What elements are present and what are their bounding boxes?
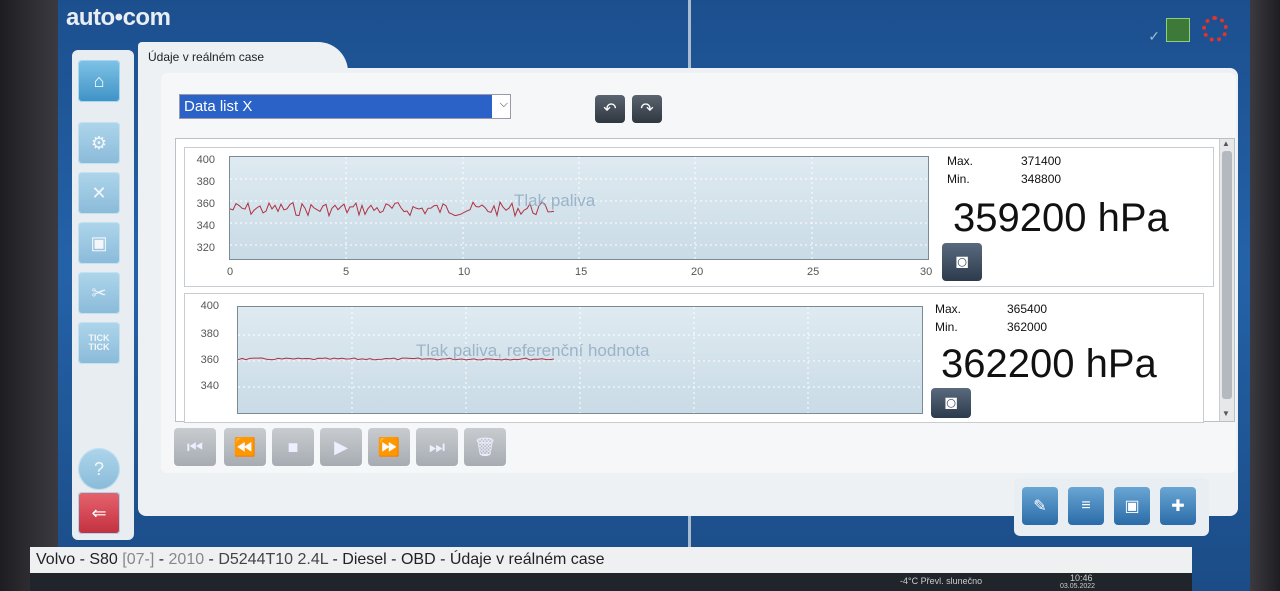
camera-icon[interactable]: ◙ bbox=[931, 388, 971, 418]
y-tick: 340 bbox=[196, 220, 215, 232]
engine-icon[interactable]: ⚙ bbox=[78, 122, 120, 164]
back-arrow-button[interactable]: ⇐ bbox=[78, 492, 120, 534]
redo-button[interactable]: ↷ bbox=[632, 95, 662, 123]
chevron-down-icon: ⌵ bbox=[499, 98, 508, 110]
y-tick: 380 bbox=[200, 328, 219, 340]
status-engine: D5244T10 2.4L bbox=[218, 551, 329, 568]
camera-icon[interactable]: ◙ bbox=[942, 243, 982, 281]
tick-tick-button[interactable]: TICK TICK bbox=[78, 322, 120, 364]
status-year: 2010 bbox=[168, 551, 205, 568]
realtime-data-panel: Data list X ⌵ ↶ ↷ 400 380 360 340 320 Tl… bbox=[138, 68, 1238, 516]
graph-title: Tlak paliva, referenční hodnota bbox=[416, 341, 650, 360]
first-button[interactable]: ⏮ bbox=[174, 428, 216, 466]
y-tick: 380 bbox=[196, 176, 215, 188]
scroll-up-icon[interactable]: ▲ bbox=[1222, 139, 1230, 148]
pressure-trace bbox=[229, 200, 555, 218]
status-sep: - bbox=[204, 551, 219, 568]
forward-button[interactable]: ⏩ bbox=[368, 428, 410, 466]
undo-button[interactable]: ↶ bbox=[595, 95, 625, 123]
x-tick: 10 bbox=[458, 266, 471, 278]
x-tick: 30 bbox=[920, 266, 933, 278]
engine-off-icon[interactable]: ✕ bbox=[78, 172, 120, 214]
vertical-scrollbar[interactable]: ▲ ▼ bbox=[1219, 139, 1234, 421]
plot-area: Tlak paliva, referenční hodnota bbox=[237, 306, 923, 414]
ecu-chip-icon[interactable]: ▣ bbox=[78, 222, 120, 264]
x-tick: 25 bbox=[807, 266, 820, 278]
current-value: 362200 hPa bbox=[941, 342, 1157, 386]
plot-area: Tlak paliva bbox=[229, 156, 929, 260]
max-value: 371400 bbox=[1021, 154, 1062, 168]
help-icon[interactable]: ? bbox=[78, 448, 120, 490]
status-make: Volvo - S80 bbox=[36, 551, 123, 568]
graph-card: 400 380 360 340 Tlak paliva, referenční … bbox=[184, 293, 1204, 423]
status-sep: - bbox=[154, 551, 169, 568]
monitor-bezel-right bbox=[1250, 0, 1280, 591]
min-value: 362000 bbox=[1007, 320, 1048, 334]
home-icon[interactable]: ⌂ bbox=[78, 60, 120, 102]
clock-date: 03.05.2022 bbox=[1060, 583, 1096, 590]
scroll-down-icon[interactable]: ▼ bbox=[1222, 409, 1230, 418]
data-list-select[interactable]: Data list X ⌵ bbox=[179, 94, 511, 119]
stop-button[interactable]: ■ bbox=[272, 428, 314, 466]
panel-inner: Data list X ⌵ ↶ ↷ 400 380 360 340 320 Tl… bbox=[161, 73, 1236, 473]
weather-text: -4°C Převl. slunečno bbox=[900, 576, 983, 586]
left-sidebar: ⌂ ⚙ ✕ ▣ ✂ TICK TICK ? ⇐ bbox=[72, 50, 134, 540]
status-gen: [07-] bbox=[122, 551, 155, 568]
check-icon: ✓ bbox=[1148, 28, 1160, 44]
x-tick: 15 bbox=[575, 266, 588, 278]
delete-button[interactable]: 🗑 bbox=[464, 428, 506, 466]
y-tick: 360 bbox=[196, 198, 215, 210]
status-rest: - Diesel - OBD - Údaje v reálném case bbox=[328, 551, 605, 568]
y-tick: 400 bbox=[196, 154, 215, 166]
panel-title: Údaje v reálném case bbox=[148, 50, 265, 64]
report-icon[interactable]: ✎ bbox=[1022, 487, 1058, 525]
undo-icon: ↶ bbox=[603, 101, 617, 118]
bottom-toolbar: ✎ ≡ ▣ ✚ bbox=[1014, 478, 1209, 536]
connection-icon[interactable] bbox=[1166, 18, 1190, 42]
x-tick: 5 bbox=[343, 266, 350, 278]
y-tick: 400 bbox=[200, 300, 219, 312]
x-tick: 20 bbox=[691, 266, 704, 278]
y-tick: 340 bbox=[200, 380, 219, 392]
select-value: Data list X bbox=[180, 95, 492, 118]
y-tick: 320 bbox=[196, 242, 215, 254]
autocom-logo: auto•com bbox=[66, 4, 171, 31]
scroll-thumb[interactable] bbox=[1222, 151, 1232, 399]
x-tick: 0 bbox=[227, 266, 234, 278]
redo-icon: ↷ bbox=[640, 101, 654, 118]
graph-title: Tlak paliva bbox=[514, 191, 596, 210]
app-screen: auto•com ✓ ⌂ ⚙ ✕ ▣ ✂ TICK TICK ? ⇐ Údaje… bbox=[58, 0, 1250, 591]
max-label: Max. bbox=[935, 302, 962, 316]
rewind-button[interactable]: ⏪ bbox=[224, 428, 266, 466]
current-value: 359200 hPa bbox=[953, 196, 1169, 240]
vehicle-status-bar: Volvo - S80 [07-] - 2010 - D5244T10 2.4L… bbox=[30, 547, 1192, 573]
y-tick: 360 bbox=[200, 354, 219, 366]
windows-taskbar: -4°C Převl. slunečno 10:46 03.05.2022 bbox=[30, 573, 1192, 591]
monitor-bezel-left bbox=[0, 0, 58, 591]
chip-icon[interactable]: ▣ bbox=[1114, 487, 1150, 525]
max-value: 365400 bbox=[1007, 302, 1048, 316]
tools-icon[interactable]: ✂ bbox=[78, 272, 120, 314]
last-button[interactable]: ⏭ bbox=[416, 428, 458, 466]
first-aid-icon[interactable]: ✚ bbox=[1160, 487, 1196, 525]
min-value: 348800 bbox=[1021, 172, 1062, 186]
graph-list: 400 380 360 340 320 Tlak paliva 0 5 10 1… bbox=[175, 138, 1235, 423]
min-label: Min. bbox=[947, 172, 970, 186]
busy-spinner-icon bbox=[1202, 16, 1228, 42]
clock-time: 10:46 bbox=[1070, 573, 1093, 583]
graph-card: 400 380 360 340 320 Tlak paliva 0 5 10 1… bbox=[184, 147, 1214, 287]
play-button[interactable]: ▶ bbox=[320, 428, 362, 466]
min-label: Min. bbox=[935, 320, 958, 334]
list-icon[interactable]: ≡ bbox=[1068, 487, 1104, 525]
max-label: Max. bbox=[947, 154, 974, 168]
